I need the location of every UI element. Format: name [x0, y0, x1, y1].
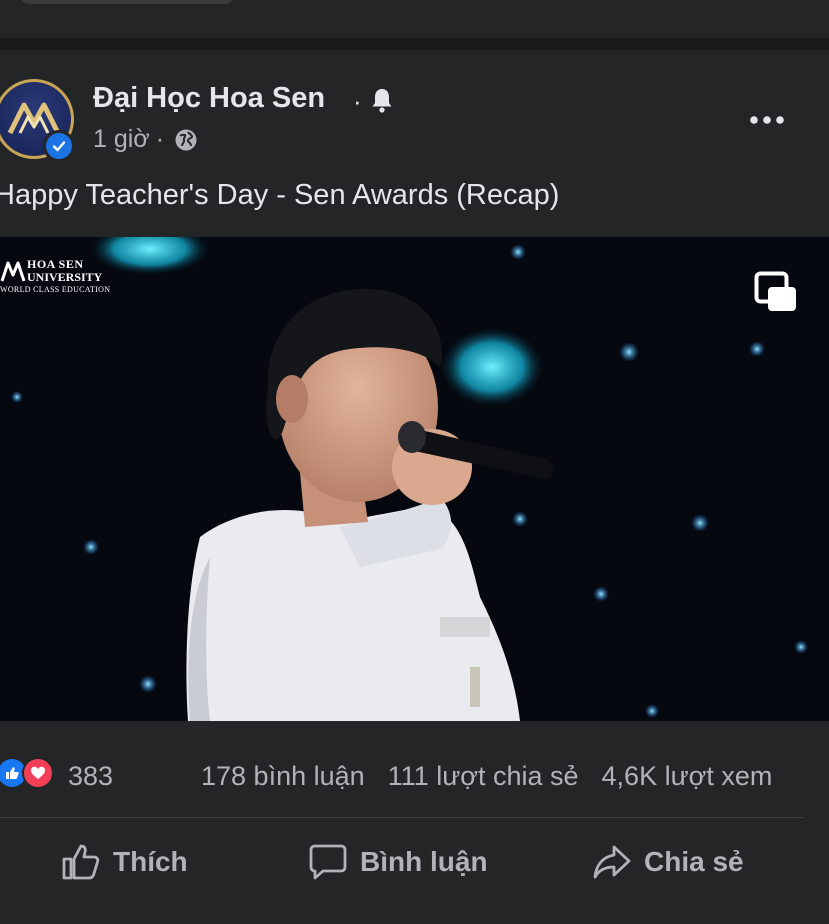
watermark-line-3: WORLD CLASS EDUCATION	[0, 285, 111, 294]
like-label: Thích	[113, 846, 188, 877]
more-options-button[interactable]	[748, 110, 788, 135]
globe-icon	[175, 129, 197, 150]
thumbs-up-icon	[62, 844, 100, 880]
comment-button[interactable]: Bình luận	[308, 840, 488, 884]
video-player[interactable]: HOA SEN UNIVERSITY WORLD CLASS EDUCATION	[0, 237, 829, 721]
reaction-count[interactable]: 383	[68, 761, 113, 792]
picture-in-picture-button[interactable]	[754, 271, 798, 318]
post-card: Đại Học Hoa Sen · 1 giờ · Happy Teacher'…	[0, 50, 829, 924]
post-caption: Happy Teacher's Day - Sen Awards (Recap)	[0, 179, 560, 211]
page-name-link[interactable]: Đại Học Hoa Sen	[93, 82, 325, 115]
more-icon	[750, 116, 784, 124]
verified-badge-icon	[43, 130, 75, 162]
name-separator: ·	[353, 86, 362, 116]
comment-icon	[309, 844, 347, 880]
share-label: Chia sẻ	[644, 846, 744, 877]
reactions-summary[interactable]	[0, 757, 54, 789]
share-icon	[593, 845, 631, 879]
meta-separator: ·	[155, 125, 165, 153]
post-time[interactable]: 1 giờ	[93, 125, 150, 154]
comment-label: Bình luận	[360, 846, 488, 877]
previous-post-button[interactable]	[20, 0, 234, 4]
post-meta: 1 giờ ·	[93, 125, 198, 154]
view-count: 4,6K lượt xem	[601, 761, 773, 791]
watermark-line-2: UNIVERSITY	[27, 270, 103, 284]
share-button[interactable]: Chia sẻ	[592, 840, 744, 884]
love-reaction-icon	[22, 757, 54, 789]
video-frame	[0, 237, 829, 721]
comment-count[interactable]: 178 bình luận	[201, 761, 365, 792]
action-divider	[0, 817, 804, 818]
university-logo-icon	[0, 261, 26, 282]
share-count[interactable]: 111 lượt chia sẻ	[388, 761, 579, 792]
like-button[interactable]: Thích	[61, 840, 188, 884]
bell-icon[interactable]	[371, 87, 393, 118]
engagement-stats: 178 bình luận 111 lượt chia sẻ 4,6K lượt…	[201, 761, 772, 792]
picture-in-picture-icon	[754, 271, 796, 311]
previous-post-area	[0, 0, 829, 38]
